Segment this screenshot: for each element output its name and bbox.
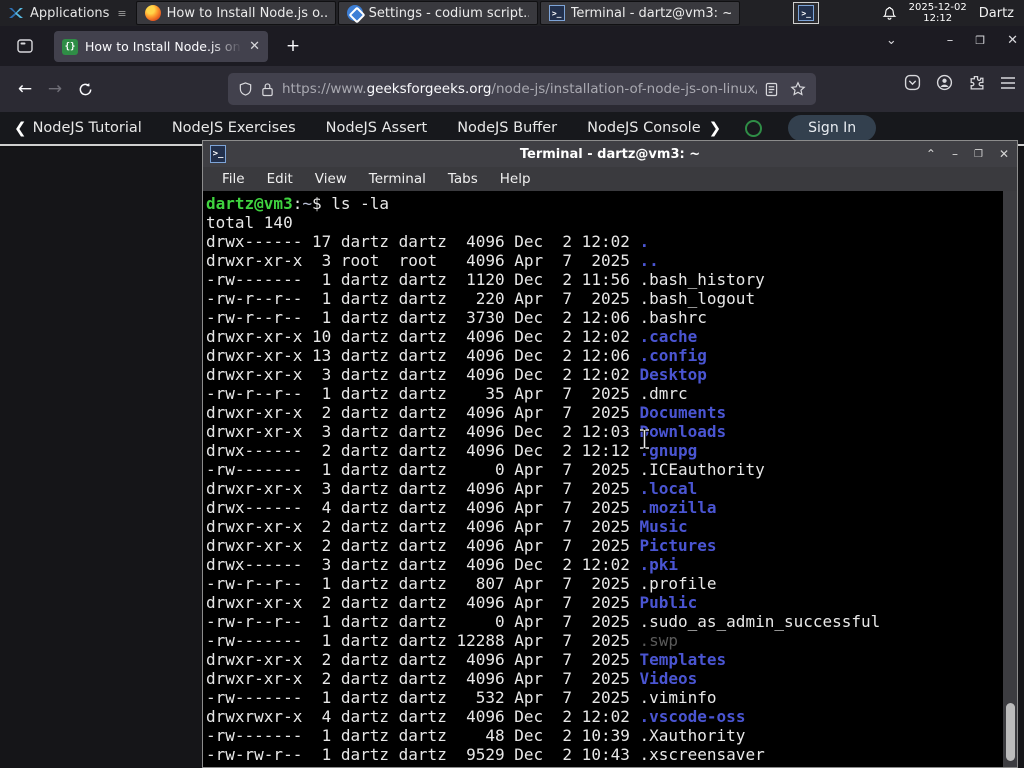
panel-username: Dartz — [978, 5, 1015, 21]
forward-button[interactable]: → — [40, 74, 70, 104]
panel-clock[interactable]: 2025-12-02 12:12 — [909, 2, 967, 24]
close-terminal-icon[interactable]: ✕ — [999, 147, 1009, 161]
minimize-window-icon[interactable]: – — [947, 33, 954, 48]
site-search-icon[interactable] — [745, 119, 763, 137]
xfce-panel: Applications ≡ How to Install Node.js o.… — [0, 0, 1024, 26]
sign-in-button[interactable]: Sign In — [788, 115, 877, 141]
terminal-icon: >_ — [548, 5, 565, 21]
taskbar-window-label: Settings - codium script... — [368, 5, 529, 21]
terminal-glyph-icon: >_ — [798, 5, 815, 21]
maximize-terminal-icon[interactable]: ❐ — [974, 149, 983, 160]
url-bar[interactable]: https://www.geeksforgeeks.org/node-js/in… — [228, 73, 816, 105]
terminal-titlebar[interactable]: >_ Terminal - dartz@vm3: ~ ⌃ – ❐ ✕ — [203, 141, 1017, 167]
nav-scroll-left-icon[interactable]: ❮ — [0, 119, 33, 137]
minimize-terminal-icon[interactable]: – — [952, 147, 958, 161]
tracking-shield-icon[interactable] — [238, 81, 253, 97]
terminal-window-title: Terminal - dartz@vm3: ~ — [519, 146, 701, 162]
tray-terminal-icon[interactable]: >_ — [793, 2, 820, 24]
account-icon[interactable] — [936, 74, 953, 91]
navigation-toolbar: ← → https://www.geeksforgeeks.org/node-j… — [0, 66, 1024, 112]
taskbar-window-label: How to Install Node.js o... — [166, 5, 327, 21]
site-nav-link[interactable]: NodeJS Tutorial — [33, 120, 142, 136]
new-tab-button[interactable]: + — [280, 34, 306, 60]
terminal-menubar: File Edit View Terminal Tabs Help — [203, 167, 1017, 191]
terminal-text: dartz@vm3:~$ ls -la total 140 drwx------… — [206, 194, 881, 764]
site-nav-link[interactable]: NodeJS Console — [587, 120, 701, 136]
extensions-puzzle-icon[interactable] — [968, 74, 985, 91]
back-button[interactable]: ← — [10, 74, 40, 104]
clock-time: 12:12 — [923, 13, 953, 24]
reader-view-icon[interactable] — [765, 82, 778, 97]
applications-menu-button[interactable]: Applications ≡ — [0, 0, 135, 26]
shade-window-icon[interactable]: ⌃ — [926, 147, 936, 161]
menu-lines-icon: ≡ — [117, 6, 127, 20]
terminal-window: >_ Terminal - dartz@vm3: ~ ⌃ – ❐ ✕ File E… — [202, 140, 1018, 768]
terminal-menu-file[interactable]: File — [211, 169, 256, 189]
site-nav-link[interactable]: NodeJS Assert — [326, 120, 428, 136]
tab-close-icon[interactable]: ✕ — [249, 39, 260, 54]
reload-button[interactable] — [70, 74, 100, 104]
codium-icon — [346, 5, 363, 21]
terminal-content[interactable]: dartz@vm3:~$ ls -la total 140 drwx------… — [203, 191, 1017, 767]
tab-title: How to Install Node.js on — [85, 39, 241, 54]
terminal-scrollbar[interactable] — [1003, 191, 1017, 767]
terminal-menu-tabs[interactable]: Tabs — [437, 169, 489, 189]
taskbar-window-label: Terminal - dartz@vm3: ~ — [570, 5, 731, 21]
browser-tab-active[interactable]: {} How to Install Node.js on ✕ — [54, 31, 268, 62]
terminal-menu-help[interactable]: Help — [489, 169, 542, 189]
firefox-view-button[interactable] — [10, 33, 40, 59]
desktop: Applications ≡ How to Install Node.js o.… — [0, 0, 1024, 768]
url-text: https://www.geeksforgeeks.org/node-js/in… — [282, 81, 757, 97]
taskbar-window-button[interactable]: Settings - codium script... — [337, 1, 538, 25]
bookmark-star-icon[interactable] — [790, 81, 806, 97]
terminal-menu-terminal[interactable]: Terminal — [358, 169, 437, 189]
clock-date: 2025-12-02 — [908, 2, 967, 13]
scrollbar-thumb[interactable] — [1006, 703, 1015, 761]
close-window-icon[interactable]: ✕ — [1007, 33, 1018, 48]
lock-icon — [262, 82, 273, 96]
taskbar-window-button[interactable]: How to Install Node.js o... — [135, 1, 336, 25]
geeksforgeeks-favicon: {} — [62, 38, 78, 55]
distro-logo-icon — [9, 8, 23, 18]
notification-bell-icon[interactable] — [882, 6, 897, 21]
terminal-window-icon: >_ — [210, 145, 226, 163]
site-nav-link[interactable]: NodeJS Exercises — [172, 120, 296, 136]
taskbar-window-button[interactable]: >_ Terminal - dartz@vm3: ~ — [539, 1, 740, 25]
nav-scroll-right-icon[interactable]: ❯ — [709, 119, 722, 137]
firefox-icon — [144, 5, 161, 21]
terminal-menu-view[interactable]: View — [304, 169, 358, 189]
terminal-menu-edit[interactable]: Edit — [256, 169, 304, 189]
applications-label: Applications — [30, 5, 110, 21]
site-nav-link[interactable]: NodeJS Buffer — [457, 120, 557, 136]
hamburger-menu-icon[interactable] — [1000, 76, 1016, 90]
pocket-save-icon[interactable] — [904, 74, 921, 91]
tab-bar: {} How to Install Node.js on ✕ + ⌄ – ❐ ✕ — [0, 26, 1024, 66]
list-tabs-icon[interactable]: ⌄ — [886, 33, 897, 48]
maximize-window-icon[interactable]: ❐ — [975, 34, 985, 47]
ibeam-mouse-cursor — [640, 429, 649, 449]
